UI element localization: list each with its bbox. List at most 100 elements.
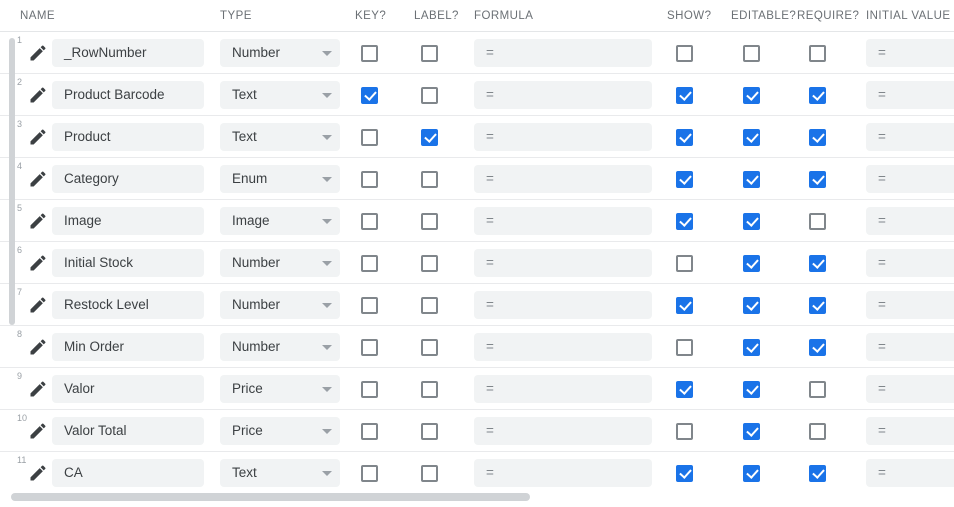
initial-value-input[interactable]: =	[866, 81, 954, 109]
pencil-icon[interactable]	[28, 379, 48, 399]
label-checkbox[interactable]	[421, 255, 438, 272]
field-type-select[interactable]: Number	[220, 291, 340, 319]
field-type-select[interactable]: Number	[220, 333, 340, 361]
key-checkbox[interactable]	[361, 45, 378, 62]
formula-input[interactable]: =	[474, 333, 652, 361]
initial-value-input[interactable]: =	[866, 39, 954, 67]
field-type-select[interactable]: Text	[220, 81, 340, 109]
show-checkbox[interactable]	[676, 381, 693, 398]
formula-input[interactable]: =	[474, 39, 652, 67]
key-checkbox[interactable]	[361, 465, 378, 482]
pencil-icon[interactable]	[28, 43, 48, 63]
require-checkbox[interactable]	[809, 297, 826, 314]
editable-checkbox[interactable]	[743, 129, 760, 146]
require-checkbox[interactable]	[809, 171, 826, 188]
field-name-input[interactable]: Product	[52, 123, 204, 151]
editable-checkbox[interactable]	[743, 213, 760, 230]
show-checkbox[interactable]	[676, 129, 693, 146]
editable-checkbox[interactable]	[743, 297, 760, 314]
field-type-select[interactable]: Number	[220, 39, 340, 67]
key-checkbox[interactable]	[361, 171, 378, 188]
field-name-input[interactable]: Initial Stock	[52, 249, 204, 277]
editable-checkbox[interactable]	[743, 87, 760, 104]
field-name-input[interactable]: Product Barcode	[52, 81, 204, 109]
show-checkbox[interactable]	[676, 87, 693, 104]
editable-checkbox[interactable]	[743, 339, 760, 356]
require-checkbox[interactable]	[809, 255, 826, 272]
field-name-input[interactable]: Category	[52, 165, 204, 193]
field-type-select[interactable]: Price	[220, 417, 340, 445]
show-checkbox[interactable]	[676, 255, 693, 272]
field-name-input[interactable]: Valor Total	[52, 417, 204, 445]
pencil-icon[interactable]	[28, 211, 48, 231]
pencil-icon[interactable]	[28, 85, 48, 105]
require-checkbox[interactable]	[809, 423, 826, 440]
pencil-icon[interactable]	[28, 127, 48, 147]
initial-value-input[interactable]: =	[866, 291, 954, 319]
require-checkbox[interactable]	[809, 87, 826, 104]
field-name-input[interactable]: Image	[52, 207, 204, 235]
key-checkbox[interactable]	[361, 87, 378, 104]
field-type-select[interactable]: Price	[220, 375, 340, 403]
show-checkbox[interactable]	[676, 45, 693, 62]
pencil-icon[interactable]	[28, 421, 48, 441]
show-checkbox[interactable]	[676, 171, 693, 188]
key-checkbox[interactable]	[361, 339, 378, 356]
field-type-select[interactable]: Image	[220, 207, 340, 235]
pencil-icon[interactable]	[28, 169, 48, 189]
show-checkbox[interactable]	[676, 213, 693, 230]
formula-input[interactable]: =	[474, 207, 652, 235]
field-type-select[interactable]: Enum	[220, 165, 340, 193]
field-name-input[interactable]: Min Order	[52, 333, 204, 361]
label-checkbox[interactable]	[421, 213, 438, 230]
label-checkbox[interactable]	[421, 339, 438, 356]
editable-checkbox[interactable]	[743, 45, 760, 62]
require-checkbox[interactable]	[809, 339, 826, 356]
label-checkbox[interactable]	[421, 465, 438, 482]
field-name-input[interactable]: CA	[52, 459, 204, 487]
show-checkbox[interactable]	[676, 423, 693, 440]
initial-value-input[interactable]: =	[866, 333, 954, 361]
require-checkbox[interactable]	[809, 465, 826, 482]
field-name-input[interactable]: _RowNumber	[52, 39, 204, 67]
field-type-select[interactable]: Text	[220, 459, 340, 487]
pencil-icon[interactable]	[28, 463, 48, 483]
require-checkbox[interactable]	[809, 45, 826, 62]
initial-value-input[interactable]: =	[866, 459, 954, 487]
pencil-icon[interactable]	[28, 253, 48, 273]
key-checkbox[interactable]	[361, 213, 378, 230]
editable-checkbox[interactable]	[743, 423, 760, 440]
require-checkbox[interactable]	[809, 381, 826, 398]
initial-value-input[interactable]: =	[866, 417, 954, 445]
formula-input[interactable]: =	[474, 291, 652, 319]
label-checkbox[interactable]	[421, 45, 438, 62]
formula-input[interactable]: =	[474, 249, 652, 277]
editable-checkbox[interactable]	[743, 381, 760, 398]
label-checkbox[interactable]	[421, 297, 438, 314]
show-checkbox[interactable]	[676, 297, 693, 314]
formula-input[interactable]: =	[474, 459, 652, 487]
label-checkbox[interactable]	[421, 87, 438, 104]
pencil-icon[interactable]	[28, 337, 48, 357]
formula-input[interactable]: =	[474, 81, 652, 109]
formula-input[interactable]: =	[474, 123, 652, 151]
pencil-icon[interactable]	[28, 295, 48, 315]
vertical-scrollbar-thumb[interactable]	[9, 38, 15, 325]
key-checkbox[interactable]	[361, 381, 378, 398]
field-name-input[interactable]: Restock Level	[52, 291, 204, 319]
require-checkbox[interactable]	[809, 213, 826, 230]
editable-checkbox[interactable]	[743, 171, 760, 188]
initial-value-input[interactable]: =	[866, 249, 954, 277]
key-checkbox[interactable]	[361, 297, 378, 314]
key-checkbox[interactable]	[361, 255, 378, 272]
key-checkbox[interactable]	[361, 129, 378, 146]
label-checkbox[interactable]	[421, 381, 438, 398]
field-name-input[interactable]: Valor	[52, 375, 204, 403]
field-type-select[interactable]: Number	[220, 249, 340, 277]
editable-checkbox[interactable]	[743, 255, 760, 272]
formula-input[interactable]: =	[474, 165, 652, 193]
horizontal-scrollbar-thumb[interactable]	[11, 493, 530, 501]
label-checkbox[interactable]	[421, 129, 438, 146]
initial-value-input[interactable]: =	[866, 207, 954, 235]
show-checkbox[interactable]	[676, 339, 693, 356]
